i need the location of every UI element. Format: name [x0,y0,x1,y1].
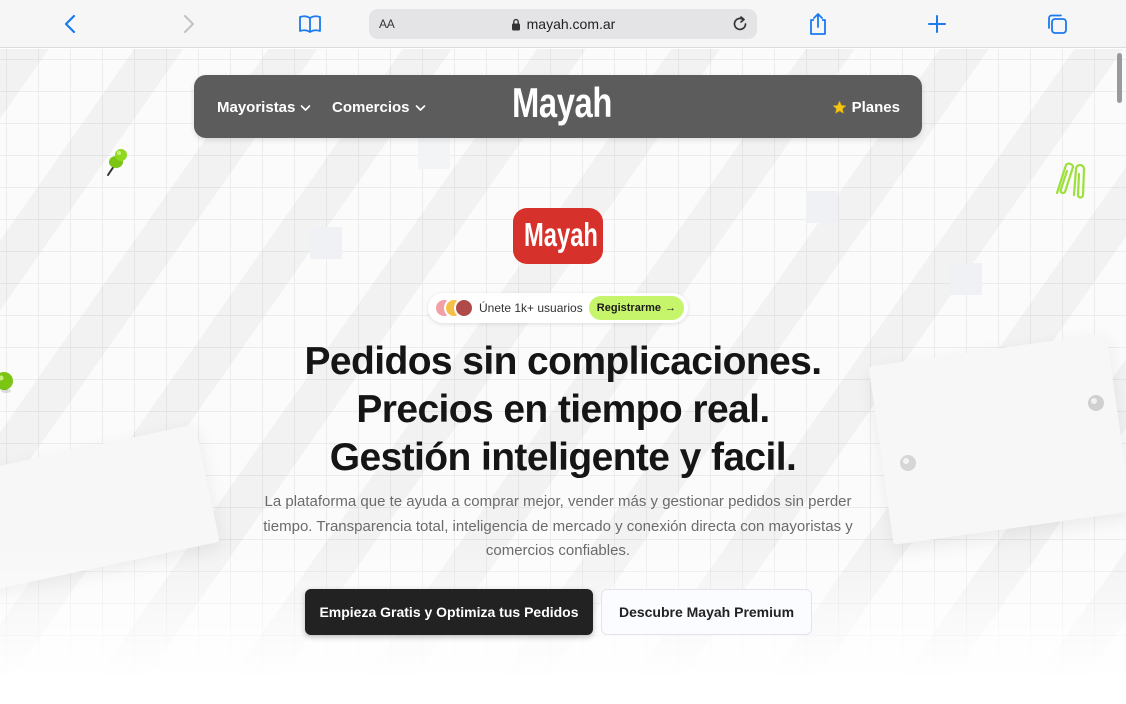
site-logo[interactable]: Mayah [512,79,612,127]
tabs-icon [1048,14,1067,34]
brand-logo-text: Mayah [524,216,598,253]
green-pushpin-icon [107,149,127,176]
chevron-right-icon [183,14,195,34]
share-button[interactable] [804,10,832,38]
discover-premium-button[interactable]: Descubre Mayah Premium [601,589,812,635]
star-icon [832,100,846,114]
paperclip-icon [1055,162,1086,199]
web-page: Mayoristas Comercios Mayah Planes Mayah … [0,49,1126,704]
tabs-button[interactable] [1043,10,1071,38]
nav-item-label: Comercios [332,99,410,116]
brand-logo-badge: Mayah [513,208,603,264]
headline-line: Pedidos sin complicaciones. [304,340,823,383]
forward-button[interactable] [175,10,203,38]
chevron-down-icon [415,104,425,111]
bookmarks-button[interactable] [296,10,324,38]
social-proof-text: Únete 1k+ usuarios [479,301,583,315]
start-free-button[interactable]: Empieza Gratis y Optimiza tus Pedidos [305,589,593,635]
avatar-group [434,298,476,318]
reload-icon [733,16,747,31]
nav-item-label: Mayoristas [217,99,296,116]
headline-line: Gestión inteligente y facil. [329,436,797,479]
register-button-label: Registrarme [596,302,661,314]
lock-icon [511,18,520,30]
avatar [454,298,474,318]
share-icon [810,13,826,35]
arrow-right-icon: → [665,302,676,314]
nav-item-planes[interactable]: Planes [832,99,900,116]
new-tab-button[interactable] [923,10,951,38]
back-button[interactable] [56,10,84,38]
plus-icon [928,15,946,33]
headline-line: Precios en tiempo real. [356,388,770,431]
scrollbar[interactable] [1117,53,1122,103]
url-text: mayah.com.ar [526,16,616,32]
reload-button[interactable] [729,13,751,35]
nav-item-comercios[interactable]: Comercios [332,99,426,116]
chevron-down-icon [301,104,311,111]
social-proof-pill: Únete 1k+ usuarios Registrarme → [428,293,688,323]
hero-description: La plataforma que te ayuda a comprar mej… [263,493,853,559]
nav-item-mayoristas[interactable]: Mayoristas [217,99,311,116]
browser-toolbar: AA mayah.com.ar [0,0,1126,48]
hero-headline: Pedidos sin complicaciones. Precios en t… [0,338,1126,482]
main-navigation: Mayoristas Comercios Mayah Planes [194,75,922,138]
address-bar[interactable]: AA mayah.com.ar [369,9,757,39]
book-icon [299,15,321,33]
register-button[interactable]: Registrarme → [588,296,684,320]
nav-item-label: Planes [851,99,900,116]
chevron-left-icon [64,14,76,34]
